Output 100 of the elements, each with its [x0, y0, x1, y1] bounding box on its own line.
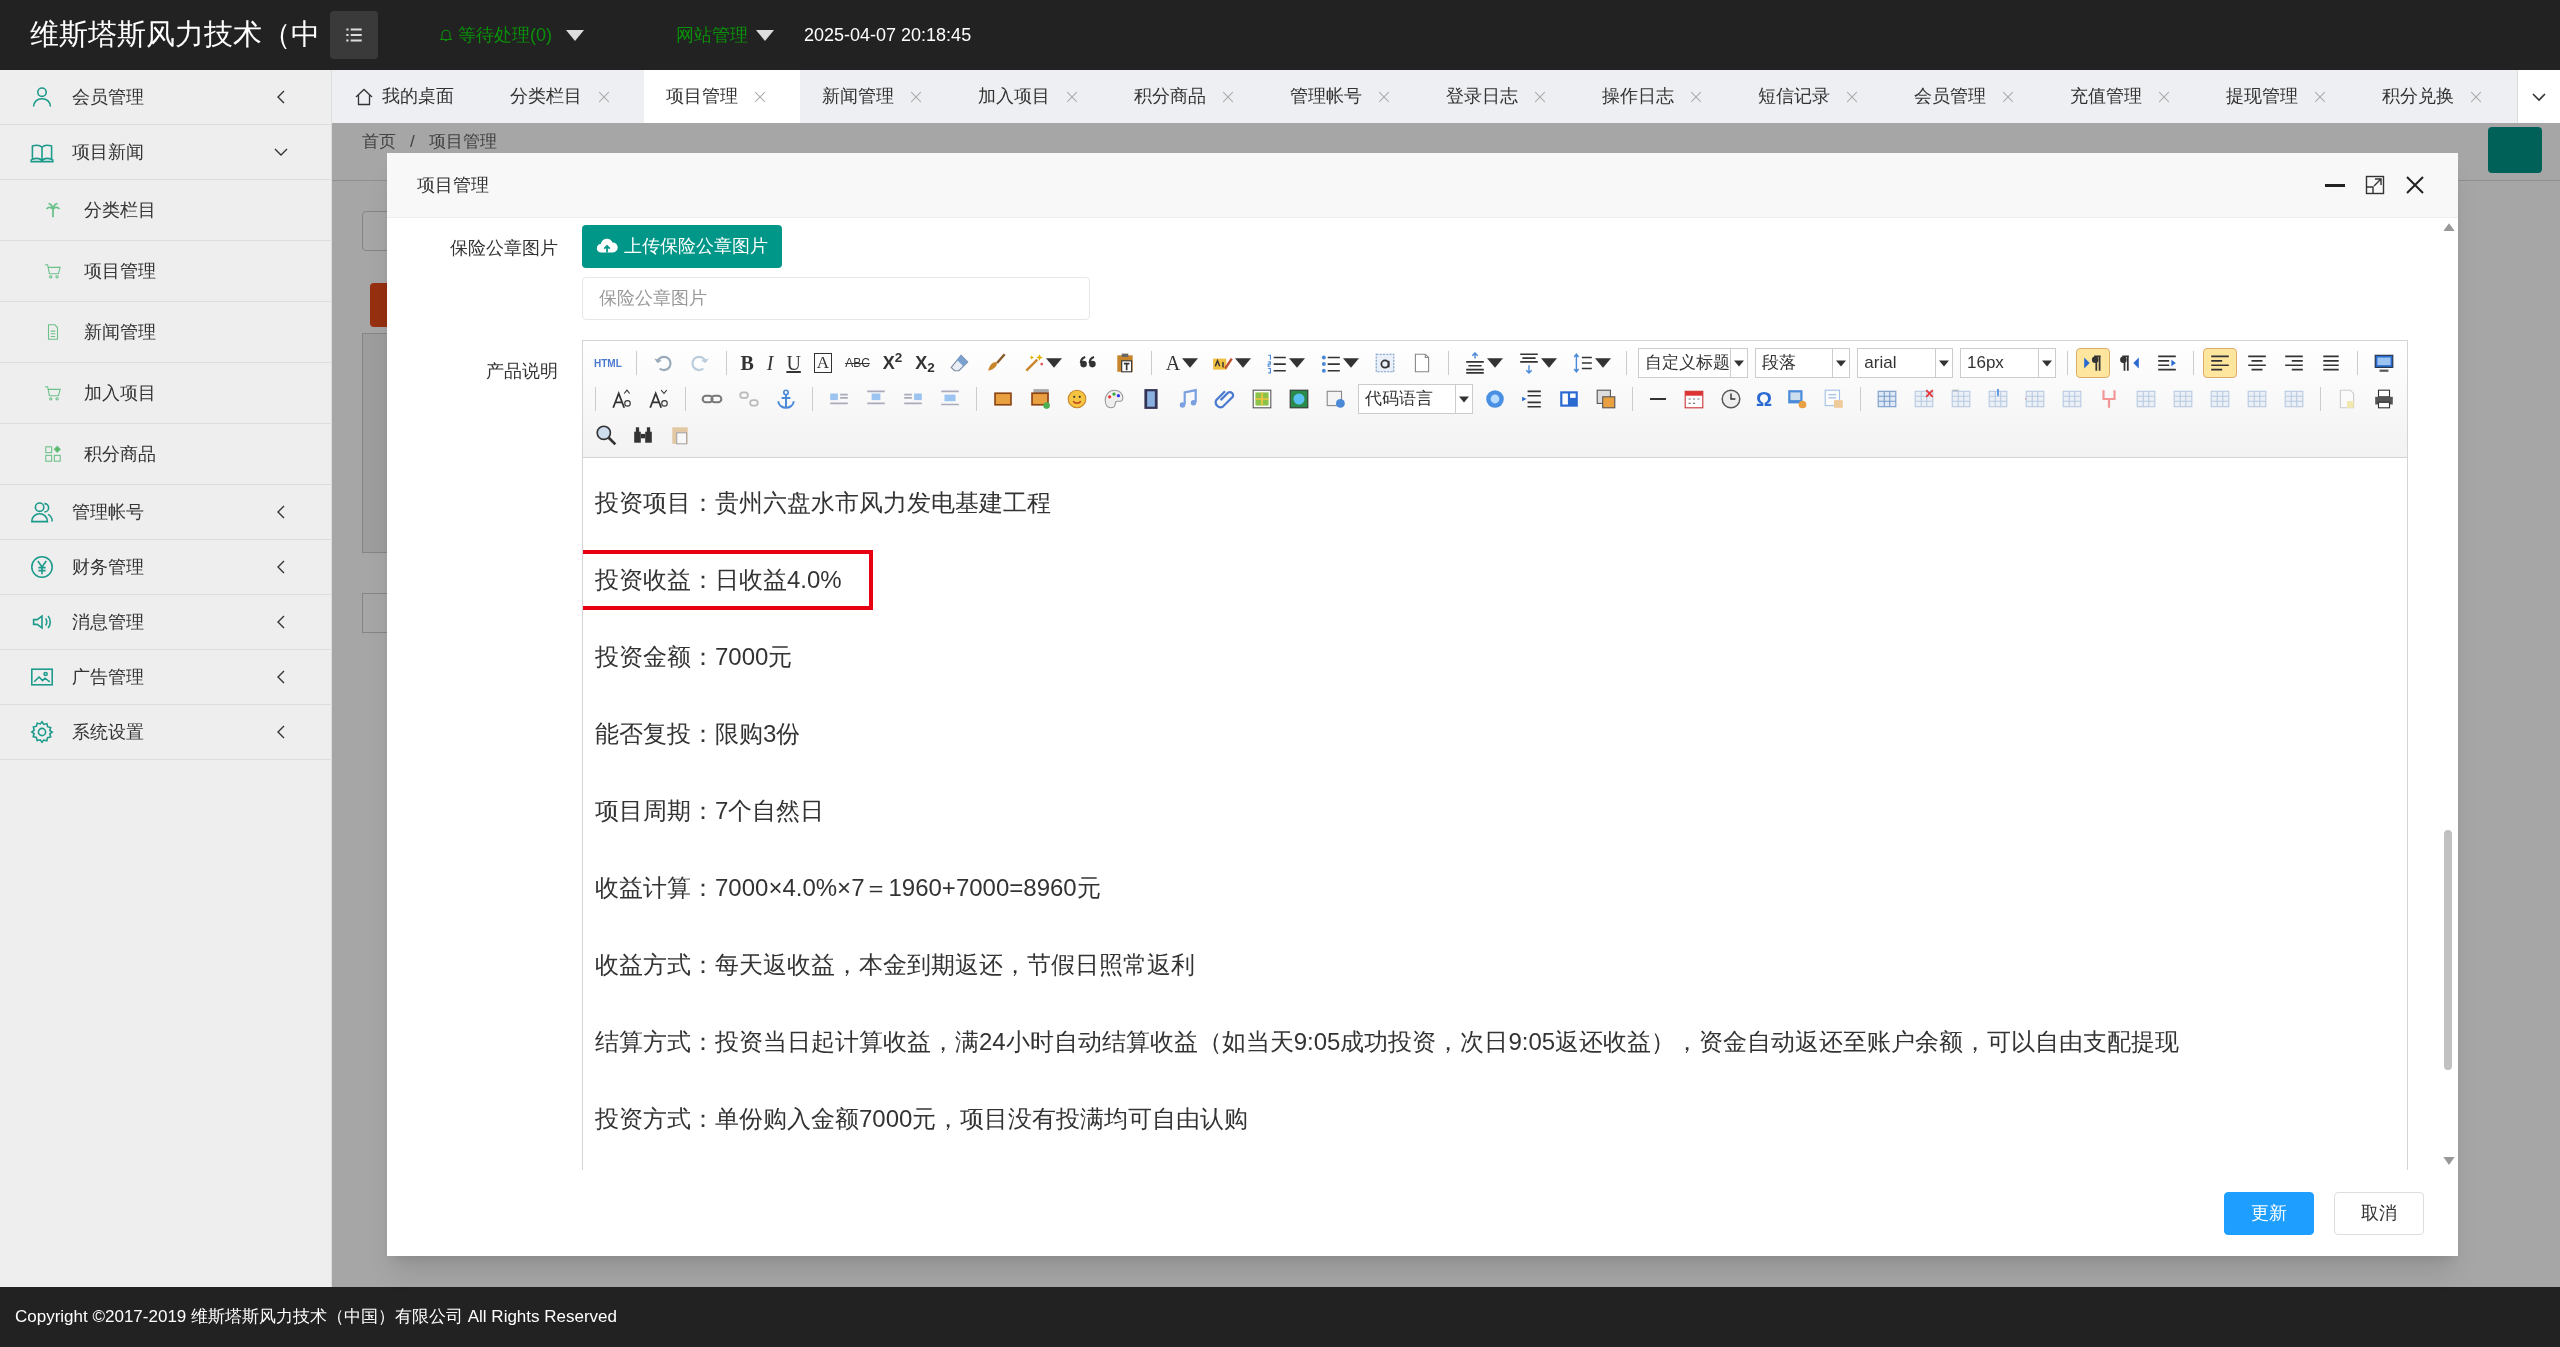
field-label: 产品说明 [485, 360, 559, 383]
scroll-up-icon[interactable] [2443, 222, 2455, 231]
sidebar-item[interactable]: 系统设置 [0, 705, 331, 760]
underline-button[interactable]: U [781, 348, 806, 378]
sidebar-subitem[interactable]: 积分商品 [0, 424, 331, 485]
dialog-title: 项目管理 [416, 173, 490, 197]
paragraph: 结算方式：投资当日起计算收益，满24小时自动结算收益（如当天9:05成功投资，次日9:05返还收益），资金自动返还至账户余额，可以自由支配提现 [595, 1026, 2180, 1057]
tab[interactable]: 我的桌面 [332, 70, 488, 123]
copyright-text: Copyright ©2017-2019 维斯塔斯风力技术（中国）有限公司 All Rights Reserved [15, 1306, 618, 1329]
tab[interactable]: 操作日志 [1580, 70, 1736, 123]
tab[interactable]: 登录日志 [1424, 70, 1580, 123]
palm-tree-icon [44, 201, 62, 219]
strikethrough-button[interactable]: ABC [840, 348, 875, 378]
sidebar-subitem[interactable]: 加入项目 [0, 363, 331, 424]
dropdown-select[interactable]: 代码语言 [1357, 384, 1473, 414]
breadcrumb-item[interactable]: 项目管理 [428, 129, 497, 155]
sidebar-label: 财务管理 [72, 555, 145, 579]
tab[interactable]: 加入项目 [956, 70, 1112, 123]
scrollbar-thumb[interactable] [2444, 830, 2452, 1070]
tab[interactable]: 积分商品 [1112, 70, 1268, 123]
word-image-icon [1786, 388, 1809, 410]
caret-icon [566, 29, 584, 41]
sidebar-item[interactable]: 管理帐号 [0, 485, 331, 540]
sidebar-label: 广告管理 [72, 665, 145, 689]
tab[interactable]: 管理帐号 [1268, 70, 1424, 123]
sidebar-item[interactable]: 项目新闻 [0, 125, 331, 180]
sidebar-subitem[interactable]: 项目管理 [0, 241, 331, 302]
tab[interactable]: 分类栏目 [488, 70, 644, 123]
bordered-text-button[interactable]: A [808, 348, 838, 378]
boxed-letter-icon [1374, 352, 1397, 374]
people-icon [30, 500, 54, 524]
web-frame-icon [1324, 388, 1347, 410]
tab[interactable]: 项目管理 [644, 70, 800, 123]
sidebar-label: 积分商品 [84, 442, 156, 466]
sidebar-label: 分类栏目 [84, 198, 156, 222]
align-left-button[interactable] [2203, 348, 2238, 378]
image-path-field[interactable]: 保险公章图片 [582, 277, 1090, 320]
clipboard-faded-icon [669, 424, 691, 446]
sidebar-item[interactable]: 会员管理 [0, 70, 331, 125]
italic-button[interactable]: I [761, 348, 779, 378]
superscript-button[interactable]: X$^{2}$ [877, 348, 908, 378]
paragraph: 能否复投：限购3份 [595, 718, 801, 749]
brush-icon [985, 352, 1008, 374]
sidebar-item[interactable]: 财务管理 [0, 540, 331, 595]
tab[interactable]: 充值管理 [2048, 70, 2204, 123]
gear-icon [30, 720, 54, 744]
caret-icon [756, 29, 774, 41]
tab[interactable]: 会员管理 [1892, 70, 2048, 123]
subscript-button[interactable]: X$_{2}$ [910, 348, 940, 378]
font-color-button[interactable]: A [1160, 348, 1204, 378]
eraser-icon [948, 352, 971, 374]
home-icon [354, 86, 374, 107]
tab[interactable]: 短信记录 [1736, 70, 1892, 123]
sidebar-subitem[interactable]: 分类栏目 [0, 180, 331, 241]
multi-image-icon [1028, 388, 1051, 410]
calendar-icon [1683, 388, 1705, 410]
sidebar-label: 系统设置 [72, 720, 145, 744]
minimize-icon [2325, 183, 2345, 187]
paragraph: 投资金额：7000元 [595, 641, 793, 672]
paragraph: 收益计算：7000×4.0%×7＝1960+7000=8960元 [595, 872, 1101, 903]
sidebar-label: 消息管理 [72, 610, 145, 634]
bold-button[interactable]: B [735, 348, 759, 378]
breadcrumb-item: / [410, 131, 415, 153]
bell-icon [438, 27, 454, 43]
caret-icon [1733, 359, 1744, 367]
disc-icon [1484, 388, 1506, 410]
field-label: 保险公章图片 [449, 237, 559, 260]
sidebar-item[interactable]: 消息管理 [0, 595, 331, 650]
cancel-button[interactable]: 取消 [2334, 1191, 2424, 1235]
tab[interactable]: 新闻管理 [800, 70, 956, 123]
tab[interactable]: 提现管理 [2204, 70, 2360, 123]
dropdown-select[interactable]: 16px [1959, 348, 2056, 378]
spacing-bottom-icon [1517, 352, 1540, 374]
upload-button[interactable]: 上传保险公章图片 [582, 225, 782, 268]
paragraph: 投资收益：日收益4.0% [583, 549, 873, 610]
grid-tiles-icon [44, 445, 62, 463]
printer-icon [2372, 388, 2395, 410]
font-larger-icon [610, 388, 633, 410]
sidebar-item[interactable]: 广告管理 [0, 650, 331, 705]
sidebar-label: 项目管理 [84, 259, 156, 283]
scroll-down-icon[interactable] [2443, 1157, 2455, 1166]
sidebar-label: 加入项目 [84, 381, 156, 405]
special-character-button[interactable]: Ω [1751, 384, 1778, 414]
dropdown-select[interactable]: 段落 [1754, 348, 1851, 378]
insert-row-icon [1987, 388, 2009, 410]
datetime: 2025-04-07 20:18:45 [804, 23, 972, 47]
caret-icon [1459, 395, 1469, 403]
sidebar-subitem[interactable]: 新闻管理 [0, 302, 331, 363]
maximize-icon [2365, 175, 2385, 195]
pending-tasks-menu[interactable]: 等待处理(0) [438, 21, 584, 49]
paperclip-icon [1213, 388, 1236, 410]
dropdown-select[interactable]: arial [1857, 348, 1953, 378]
site-management-menu[interactable]: 网站管理 [676, 21, 774, 49]
menu-button[interactable] [330, 11, 378, 59]
tab[interactable]: 积分兑换 [2360, 70, 2516, 123]
breadcrumb-item[interactable]: 首页 [362, 129, 396, 155]
dropdown-select[interactable]: 自定义标题 [1637, 348, 1748, 378]
source-code-button[interactable]: HTML [589, 348, 627, 378]
spacing-top-icon [1463, 352, 1486, 374]
left-to-right-button[interactable] [2076, 348, 2111, 378]
